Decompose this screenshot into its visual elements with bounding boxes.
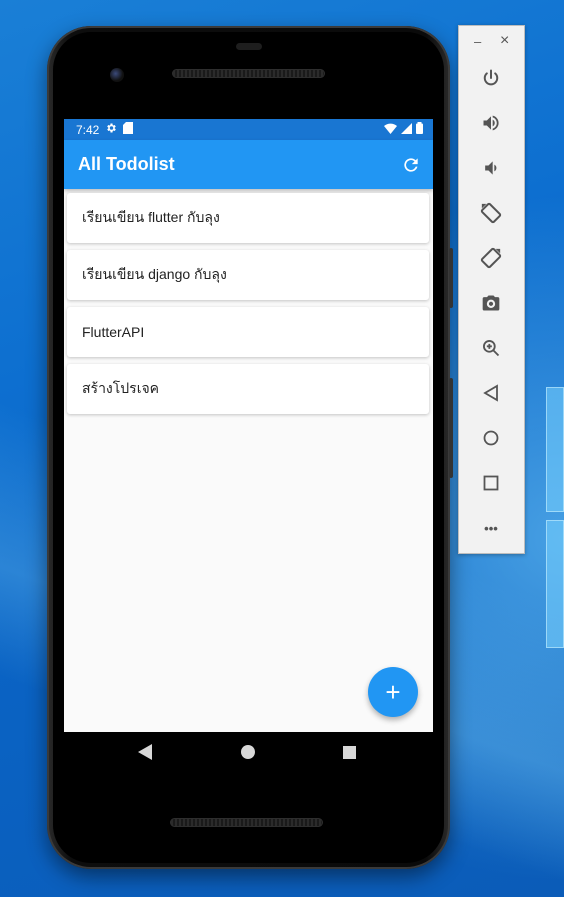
top-speaker-grille — [172, 69, 325, 78]
minimize-button[interactable]: – — [474, 34, 481, 49]
status-time: 7:42 — [76, 122, 100, 137]
android-nav-bar — [64, 732, 433, 774]
nav-overview-icon[interactable] — [343, 746, 356, 764]
overview-icon[interactable] — [479, 471, 503, 495]
wallpaper-window-pane — [546, 387, 564, 512]
wallpaper-window-pane — [546, 520, 564, 648]
front-camera — [110, 68, 124, 82]
battery-icon — [416, 122, 423, 137]
todo-title: เรียนเขียน flutter กับลุง — [82, 209, 220, 225]
close-button[interactable]: × — [500, 32, 509, 50]
list-item[interactable]: สร้างโปรเจค — [67, 364, 429, 414]
status-bar: 7:42 — [64, 119, 433, 140]
phone-side-button — [449, 248, 453, 308]
signal-icon — [401, 122, 412, 137]
more-options-icon[interactable]: ••• — [479, 516, 503, 540]
sd-card-icon — [123, 122, 134, 137]
bottom-speaker-grille — [170, 818, 323, 827]
list-item[interactable]: FlutterAPI — [67, 307, 429, 357]
phone-side-button — [449, 378, 453, 478]
back-icon[interactable] — [479, 381, 503, 405]
volume-up-icon[interactable] — [479, 111, 503, 135]
todo-title: เรียนเขียน django กับลุง — [82, 266, 227, 282]
refresh-icon[interactable] — [401, 155, 421, 175]
earpiece — [236, 43, 262, 50]
rotate-left-icon[interactable] — [479, 201, 503, 225]
list-item[interactable]: เรียนเขียน flutter กับลุง — [67, 193, 429, 243]
power-icon[interactable] — [479, 66, 503, 90]
todo-title: FlutterAPI — [82, 324, 145, 340]
zoom-in-icon[interactable] — [479, 336, 503, 360]
nav-home-icon[interactable] — [241, 745, 255, 764]
wifi-icon — [384, 123, 397, 137]
rotate-right-icon[interactable] — [479, 246, 503, 270]
settings-icon — [105, 122, 117, 137]
home-icon[interactable] — [479, 426, 503, 450]
page-title: All Todolist — [78, 154, 175, 174]
todo-list: เรียนเขียน flutter กับลุง เรียนเขียน dja… — [67, 193, 429, 421]
nav-back-icon[interactable] — [138, 744, 152, 765]
app-bar: All Todolist — [64, 140, 433, 189]
todo-title: สร้างโปรเจค — [82, 380, 160, 396]
phone-screen: 7:42 All Todolist เรียนเขียน flutter กับ… — [64, 119, 433, 732]
volume-down-icon[interactable] — [479, 156, 503, 180]
emulator-toolbar: – × ••• — [458, 25, 525, 554]
list-item[interactable]: เรียนเขียน django กับลุง — [67, 250, 429, 300]
add-todo-button[interactable]: + — [368, 667, 418, 717]
camera-icon[interactable] — [479, 291, 503, 315]
